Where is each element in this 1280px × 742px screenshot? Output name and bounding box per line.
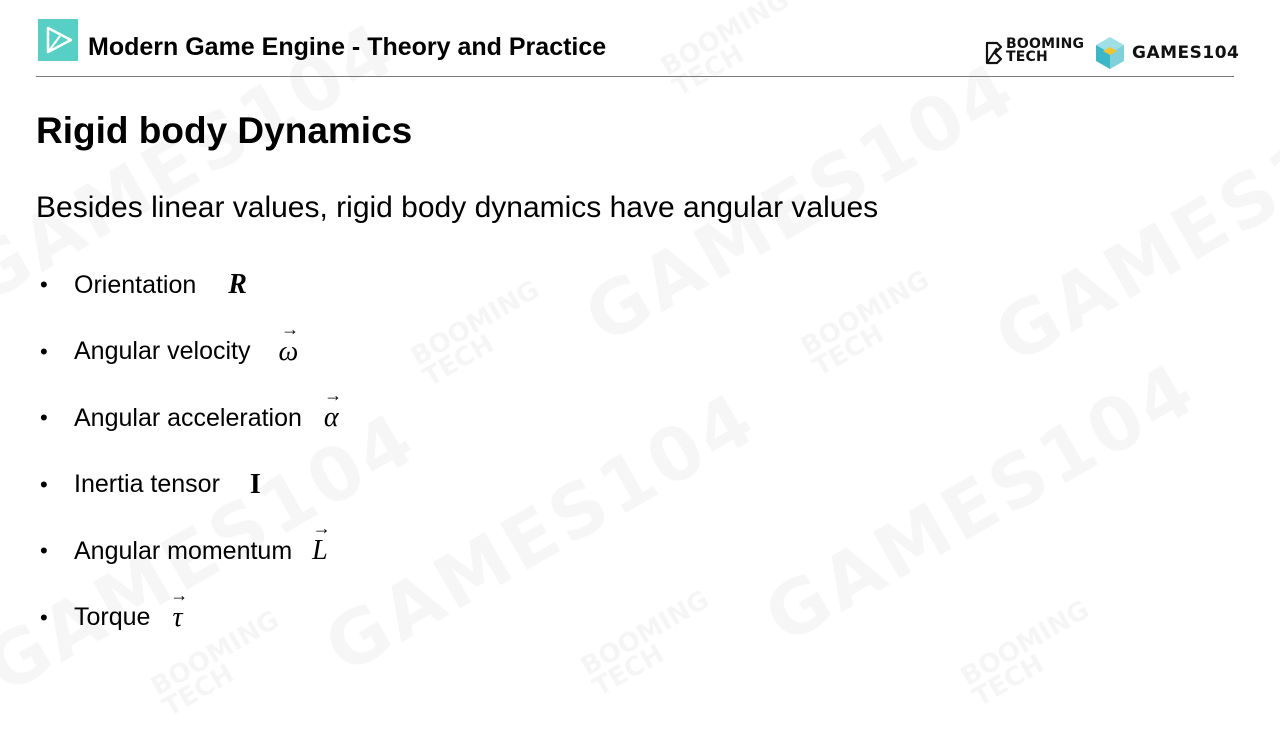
intro-text: Besides linear values, rigid body dynami… bbox=[36, 191, 879, 224]
watermark-booming-tech: BOOMINGTECH bbox=[796, 265, 946, 383]
header-title: Modern Game Engine - Theory and Practice bbox=[88, 33, 607, 61]
math-symbol: → ω bbox=[278, 318, 300, 367]
booming-tech-line2: TECH bbox=[1006, 49, 1048, 65]
list-item: • Orientation R bbox=[40, 252, 339, 319]
bullet-label: Orientation bbox=[74, 270, 197, 299]
games104-cube-icon bbox=[1096, 37, 1124, 69]
bullet-label: Angular momentum bbox=[74, 536, 293, 565]
bullet-label: Angular acceleration bbox=[74, 403, 302, 432]
list-item: • Inertia tensor I bbox=[40, 452, 339, 519]
games104-text: GAMES104 bbox=[1132, 43, 1240, 63]
watermark-booming-tech: BOOMINGTECH bbox=[656, 0, 806, 103]
watermark-booming-tech: BOOMINGTECH bbox=[576, 585, 726, 703]
bullet-glyph: • bbox=[40, 538, 48, 564]
watermark-games104: GAMES104 bbox=[311, 375, 771, 690]
header-divider bbox=[36, 76, 1234, 77]
bullet-label: Inertia tensor bbox=[74, 470, 220, 499]
booming-tech-logo: BOOMING TECH bbox=[984, 37, 1084, 70]
bullet-label: Angular velocity bbox=[74, 337, 251, 366]
bullet-glyph: • bbox=[40, 338, 48, 364]
math-symbol: → α bbox=[323, 385, 343, 434]
list-item: Orientation • Angular velocity →ω bbox=[40, 319, 339, 386]
watermark-games104: GAMES104 bbox=[751, 345, 1211, 660]
math-symbol: → τ bbox=[170, 584, 189, 633]
math-symbol: → L bbox=[312, 518, 331, 567]
bullet-label: Torque bbox=[74, 603, 151, 632]
math-symbol: R bbox=[228, 269, 247, 301]
watermark-booming-tech: BOOMINGTECH bbox=[406, 275, 556, 393]
watermark-booming-tech: BOOMINGTECH bbox=[956, 595, 1106, 713]
bullet-glyph: • bbox=[40, 405, 48, 431]
slide-title: Rigid body Dynamics bbox=[36, 110, 413, 151]
bullet-glyph: • bbox=[40, 604, 48, 630]
games104-logo: GAMES104 bbox=[1094, 35, 1239, 71]
list-item: • Angular momentum → L bbox=[40, 518, 339, 585]
list-item: • Angular acceleration → α bbox=[40, 385, 343, 452]
vector-arrow: → bbox=[324, 385, 343, 406]
course-logo-icon bbox=[38, 19, 78, 61]
bullet-glyph: • bbox=[40, 471, 48, 497]
booming-tech-icon bbox=[985, 41, 1003, 65]
bullet-glyph: • bbox=[40, 272, 48, 298]
watermark-games104: GAMES104 bbox=[981, 65, 1280, 380]
list-item: • Torque → τ bbox=[40, 585, 339, 652]
bullet-list: • Orientation R Orientation • Angular ve… bbox=[40, 252, 343, 652]
math-symbol: I bbox=[249, 468, 261, 500]
vector-arrow: → bbox=[281, 318, 300, 339]
vector-arrow: → bbox=[312, 518, 331, 539]
vector-arrow: → bbox=[170, 584, 189, 605]
